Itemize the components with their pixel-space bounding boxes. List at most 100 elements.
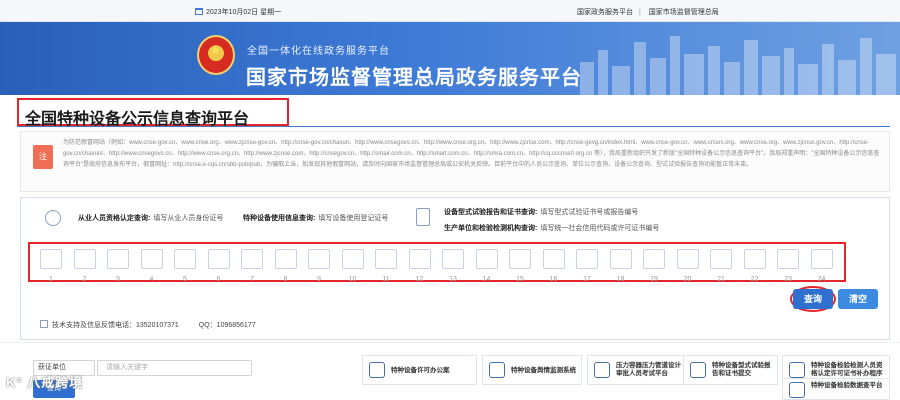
query-equipment-label: 特种设备使用信息查询: [243,215,316,222]
city-skyline-graphic [580,36,896,95]
code-digit-input[interactable] [509,249,531,269]
code-digit-input[interactable] [777,249,799,269]
card-label: 特种设备检验数据查平台 [811,382,883,389]
code-digit-input[interactable] [73,249,96,269]
submit-icon [690,362,706,378]
notice-panel: 注 为防范假冒网站（例如：www.cnse-gov.cn、www.cnse.or… [20,131,890,192]
code-digit-index: 24 [817,276,826,283]
notice-icon: 注 [33,145,53,169]
top-bar: 2023年10月02日 星期一 国家政务服务平台 | 国家市场监督管理总局 [0,0,900,22]
code-digit-input[interactable] [40,249,62,269]
code-digit-index: 17 [583,276,591,283]
card-sentiment-monitor[interactable]: 特种设备舆情监测系统 [482,355,582,385]
code-digit-index: 21 [717,276,725,283]
card-label: 特种设备检验检测人员资格认定许可证书补办程序 [811,362,883,377]
national-emblem-icon [197,35,235,75]
card-inspection-data[interactable]: 特种设备检验数据查平台 [782,378,890,400]
query-type-test-label: 设备型式试验报告和证书查询: [444,209,538,216]
link-samr[interactable]: 国家市场监督管理总局 [649,9,719,16]
query-producer-label: 生产单位和检验检测机构查询: [444,225,538,232]
code-digit-index: 23 [784,276,792,283]
link-separator: | [639,9,641,16]
card-license-case[interactable]: 特种设备许可办公案 [362,355,477,385]
code-digit-input[interactable] [140,249,163,269]
keyword-input[interactable]: 请输入关键字 [97,360,252,376]
query-type-test[interactable]: 设备型式试验报告和证书查询: 填写型式试验证书号或报告编号 [444,207,638,217]
query-person-label: 从业人员资格认定查询: [78,215,151,222]
code-digit-index: 19 [650,276,658,283]
code-digit-input[interactable] [710,249,732,269]
query-producer-hint: 填写统一社会信用代码或许可证书编号 [540,225,660,232]
code-digit-index: 20 [683,276,692,283]
code-digit-index: 15 [516,276,524,283]
code-digit-input[interactable] [174,249,196,269]
code-digit-index: 14 [482,276,491,283]
query-equipment-hint: 填写设备使用登记证号 [318,215,389,222]
code-digit-index: 2 [82,276,87,283]
header-banner: 全国一体化在线政务服务平台 国家市场监督管理总局政务服务平台 [0,22,900,95]
code-digit-index: 1 [49,276,53,283]
code-digit-index: 3 [116,276,120,283]
certificate-icon [789,362,805,378]
code-digit-index: 13 [449,276,457,283]
code-digit-index: 5 [183,276,187,283]
code-digit-index: 6 [216,276,221,283]
card-label: 特种设备型式试验报告和证书提交 [712,362,771,377]
code-digit-input[interactable] [207,249,230,269]
code-digit-input[interactable] [609,249,632,269]
support-qq: QQ：1096856177 [198,322,256,329]
magnifier-icon [45,210,61,226]
data-icon [789,382,805,398]
banner-subtitle: 全国一体化在线政务服务平台 [243,40,401,57]
query-person-qualification[interactable]: 从业人员资格认定查询: 填写从业人员身份证号 [78,213,223,223]
watermark-logo: K° 八戒跨境 [6,375,84,390]
code-digit-input[interactable] [408,249,431,269]
exam-icon [594,362,610,378]
monitor-icon [489,362,505,378]
query-person-hint: 填写从业人员身份证号 [153,215,224,222]
code-digit-input[interactable] [375,249,397,269]
license-icon [369,362,385,378]
code-digit-input[interactable] [676,249,699,269]
code-digit-input[interactable] [542,249,565,269]
code-digit-index: 16 [549,276,558,283]
banner-title: 国家市场监督管理总局政务服务平台 [246,67,582,89]
support-contact: 技术支持及信息反馈电话：13520107371 QQ：1096856177 [40,320,256,330]
code-digit-input[interactable] [308,249,330,269]
query-producer-inspection[interactable]: 生产单位和检验检测机构查询: 填写统一社会信用代码或许可证书编号 [444,223,659,233]
code-digit-input[interactable] [274,249,297,269]
notice-text: 为防范假冒网站（例如：www.cnse-gov.cn、www.cnse.org、… [63,140,880,168]
card-label: 特种设备舆情监测系统 [511,367,576,374]
code-digit-input[interactable] [107,249,129,269]
page-title-highlight: 全国特种设备公示信息查询平台 [17,98,289,128]
date-display: 2023年10月02日 星期一 [195,7,281,17]
document-icon [416,208,430,226]
code-digit-index: 7 [250,276,254,283]
code-digit-input[interactable] [475,249,498,269]
code-digit-index: 22 [750,276,759,283]
clear-button[interactable]: 清空 [838,289,878,309]
card-type-test-submit[interactable]: 特种设备型式试验报告和证书提交 [683,355,778,385]
phone-icon [40,320,48,328]
card-label: 特种设备许可办公案 [391,367,450,374]
support-phone: 技术支持及信息反馈电话：13520107371 [52,322,179,329]
card-pressure-vessel-exam[interactable]: 压力容器压力管道设计审批人员考试平台 [587,355,687,385]
code-digit-input[interactable] [743,249,766,269]
code-digit-input[interactable] [442,249,464,269]
code-digit-index: 4 [149,276,154,283]
search-button[interactable]: 查询 [793,289,833,309]
code-digit-input[interactable] [643,249,665,269]
code-digit-input[interactable] [576,249,598,269]
card-label: 压力容器压力管道设计审批人员考试平台 [616,362,681,377]
code-digit-input[interactable] [810,249,833,269]
code-digit-index: 8 [283,276,288,283]
page: 2023年10月02日 星期一 国家政务服务平台 | 国家市场监督管理总局 全国一… [0,0,900,400]
top-links: 国家政务服务平台 | 国家市场监督管理总局 [577,7,725,17]
date-text: 2023年10月02日 星期一 [206,9,282,16]
code-digit-input[interactable] [241,249,263,269]
query-equipment-usage[interactable]: 特种设备使用信息查询: 填写设备使用登记证号 [243,213,388,223]
code-digit-index: 18 [616,276,625,283]
code-digit-input[interactable] [341,249,364,269]
link-national-gov-service[interactable]: 国家政务服务平台 [577,9,633,16]
code-digit-index: 11 [382,276,390,283]
